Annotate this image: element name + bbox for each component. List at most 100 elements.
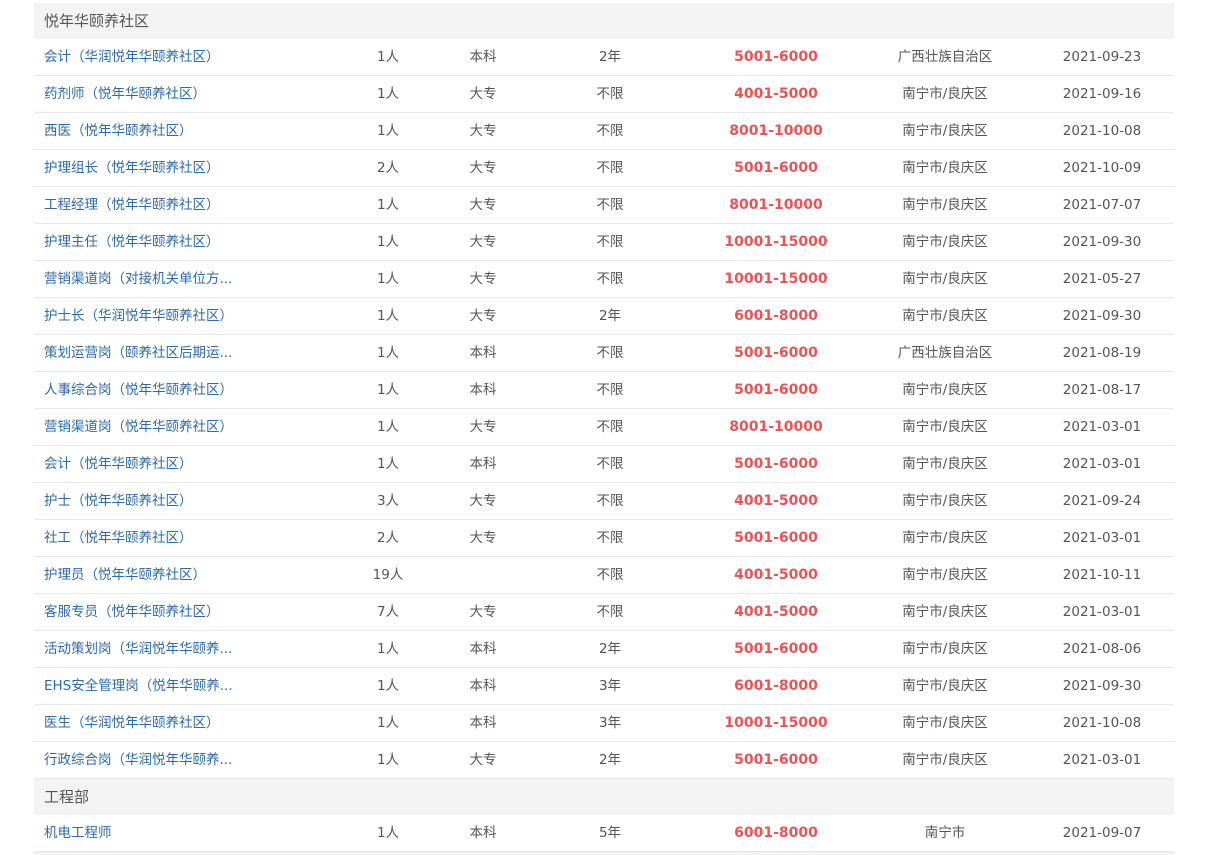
headcount: 1人 [376, 641, 400, 657]
education: 本科 [469, 715, 497, 731]
job-title-link[interactable]: 药剂师（悦年华颐养社区） [44, 76, 244, 112]
salary: 5001-6000 [734, 49, 818, 65]
location: 南宁市/良庆区 [902, 271, 988, 287]
salary: 8001-10000 [729, 123, 823, 139]
salary: 5001-6000 [734, 345, 818, 361]
job-title-link[interactable]: 社工（悦年华颐养社区） [44, 520, 244, 556]
job-row: 会计（华润悦年华颐养社区） 1人 本科 2年 5001-6000 广西壮族自治区 2021-… [34, 39, 1174, 76]
job-title-link[interactable]: 人事综合岗（悦年华颐养社区） [44, 372, 244, 408]
job-row: 护理员（悦年华颐养社区） 19人 不限 4001-5000 南宁市/良庆区 2021-10… [34, 557, 1174, 594]
job-row: 药剂师（悦年华颐养社区） 1人 大专 不限 4001-5000 南宁市/良庆区 2021-0… [34, 76, 1174, 113]
job-row: 活动策划岗（华润悦年华颐养... 1人 本科 2年 5001-6000 南宁市/良庆区 20… [34, 631, 1174, 668]
job-row: 护士（悦年华颐养社区） 3人 大专 不限 4001-5000 南宁市/良庆区 2021-09… [34, 483, 1174, 520]
headcount: 3人 [376, 493, 400, 509]
location: 南宁市/良庆区 [902, 604, 988, 620]
job-row: 客服专员（悦年华颐养社区） 7人 大专 不限 4001-5000 南宁市/良庆区 2021-… [34, 594, 1174, 631]
headcount: 1人 [376, 419, 400, 435]
experience: 5年 [598, 825, 622, 841]
salary: 8001-10000 [729, 419, 823, 435]
salary: 10001-15000 [724, 271, 828, 287]
headcount: 1人 [376, 715, 400, 731]
job-title-link[interactable]: 营销渠道岗（悦年华颐养社区） [44, 409, 244, 445]
job-title-link[interactable]: 护理员（悦年华颐养社区） [44, 557, 244, 593]
location: 南宁市/良庆区 [902, 123, 988, 139]
location: 南宁市/良庆区 [902, 752, 988, 768]
location: 南宁市/良庆区 [902, 234, 988, 250]
post-date: 2021-10-11 [1062, 567, 1142, 583]
job-row: 营销渠道岗（对接机关单位方... 1人 大专 不限 10001-15000 南宁市/良庆区… [34, 261, 1174, 298]
experience: 不限 [596, 234, 624, 250]
education: 本科 [469, 49, 497, 65]
job-row: 西医（悦年华颐养社区） 1人 大专 不限 8001-10000 南宁市/良庆区 2021-1… [34, 113, 1174, 150]
salary: 4001-5000 [734, 567, 818, 583]
location: 南宁市 [924, 825, 966, 841]
experience: 不限 [596, 271, 624, 287]
post-date: 2021-07-07 [1062, 197, 1142, 213]
headcount: 1人 [376, 197, 400, 213]
education: 本科 [469, 641, 497, 657]
job-title-link[interactable]: 医生（华润悦年华颐养社区） [44, 705, 244, 741]
location: 南宁市/良庆区 [902, 382, 988, 398]
headcount: 1人 [376, 752, 400, 768]
section-header: 悦年华颐养社区 [34, 3, 1174, 39]
job-title-link[interactable]: 护士长（华润悦年华颐养社区） [44, 298, 244, 334]
job-title-link[interactable]: 护理组长（悦年华颐养社区） [44, 150, 244, 186]
education: 大专 [469, 530, 497, 546]
education: 本科 [469, 678, 497, 694]
job-row: 工程经理（悦年华颐养社区） 1人 大专 不限 8001-10000 南宁市/良庆区 2021… [34, 187, 1174, 224]
education: 大专 [469, 86, 497, 102]
job-title-link[interactable]: EHS安全管理岗（悦年华颐养... [44, 668, 244, 704]
salary: 5001-6000 [734, 160, 818, 176]
salary: 4001-5000 [734, 86, 818, 102]
headcount: 1人 [376, 456, 400, 472]
job-title-link[interactable]: 营销渠道岗（对接机关单位方... [44, 261, 244, 297]
experience: 不限 [596, 123, 624, 139]
headcount: 1人 [376, 382, 400, 398]
location: 南宁市/良庆区 [902, 567, 988, 583]
post-date: 2021-03-01 [1062, 419, 1142, 435]
job-title-link[interactable]: 客服专员（悦年华颐养社区） [44, 594, 244, 630]
job-title-link[interactable]: 行政综合岗（华润悦年华颐养... [44, 742, 244, 778]
job-row: EHS安全管理岗（悦年华颐养... 1人 本科 3年 6001-8000 南宁市/良庆区 2… [34, 668, 1174, 705]
location: 南宁市/良庆区 [902, 530, 988, 546]
post-date: 2021-03-01 [1062, 530, 1142, 546]
job-title-link[interactable]: 护士（悦年华颐养社区） [44, 483, 244, 519]
experience: 不限 [596, 456, 624, 472]
education: 大专 [469, 308, 497, 324]
job-title-link[interactable]: 机电工程师 [44, 815, 244, 851]
experience: 不限 [596, 567, 624, 583]
location: 广西壮族自治区 [897, 49, 993, 65]
post-date: 2021-10-09 [1062, 160, 1142, 176]
location: 南宁市/良庆区 [902, 715, 988, 731]
post-date: 2021-05-27 [1062, 271, 1142, 287]
job-title-link[interactable]: 护理主任（悦年华颐养社区） [44, 224, 244, 260]
job-title-link[interactable]: 策划运营岗（颐养社区后期运... [44, 335, 244, 371]
job-title-link[interactable]: 会计（悦年华颐养社区） [44, 446, 244, 482]
experience: 2年 [598, 752, 622, 768]
job-row: 行政综合岗（华润悦年华颐养... 1人 大专 2年 5001-6000 南宁市/良庆区 20… [34, 742, 1174, 779]
job-listing-page: 悦年华颐养社区 会计（华润悦年华颐养社区） 1人 本科 2年 5001-6000 广西壮族自… [0, 0, 1206, 855]
post-date: 2021-09-30 [1062, 234, 1142, 250]
experience: 2年 [598, 49, 622, 65]
salary: 8001-10000 [729, 197, 823, 213]
job-title-link[interactable]: 活动策划岗（华润悦年华颐养... [44, 631, 244, 667]
salary: 5001-6000 [734, 530, 818, 546]
section-header: 工程部 [34, 779, 1174, 815]
salary: 10001-15000 [724, 715, 828, 731]
job-title-link[interactable]: 工程经理（悦年华颐养社区） [44, 187, 244, 223]
post-date: 2021-10-08 [1062, 715, 1142, 731]
job-title-link[interactable]: 会计（华润悦年华颐养社区） [44, 39, 244, 75]
headcount: 7人 [376, 604, 400, 620]
education: 大专 [469, 493, 497, 509]
headcount: 1人 [376, 345, 400, 361]
job-title-link[interactable]: 西医（悦年华颐养社区） [44, 113, 244, 149]
salary: 4001-5000 [734, 493, 818, 509]
headcount: 1人 [376, 825, 400, 841]
job-row: 机电工程师 1人 本科 5年 6001-8000 南宁市 2021-09-07 [34, 815, 1174, 852]
headcount: 2人 [376, 530, 400, 546]
salary: 4001-5000 [734, 604, 818, 620]
location: 广西壮族自治区 [897, 345, 993, 361]
job-row: 营销渠道岗（悦年华颐养社区） 1人 大专 不限 8001-10000 南宁市/良庆区 202… [34, 409, 1174, 446]
job-row: 护理组长（悦年华颐养社区） 2人 大专 不限 5001-6000 南宁市/良庆区 2021-… [34, 150, 1174, 187]
job-list-panel: 悦年华颐养社区 会计（华润悦年华颐养社区） 1人 本科 2年 5001-6000 广西壮族自… [34, 3, 1174, 855]
